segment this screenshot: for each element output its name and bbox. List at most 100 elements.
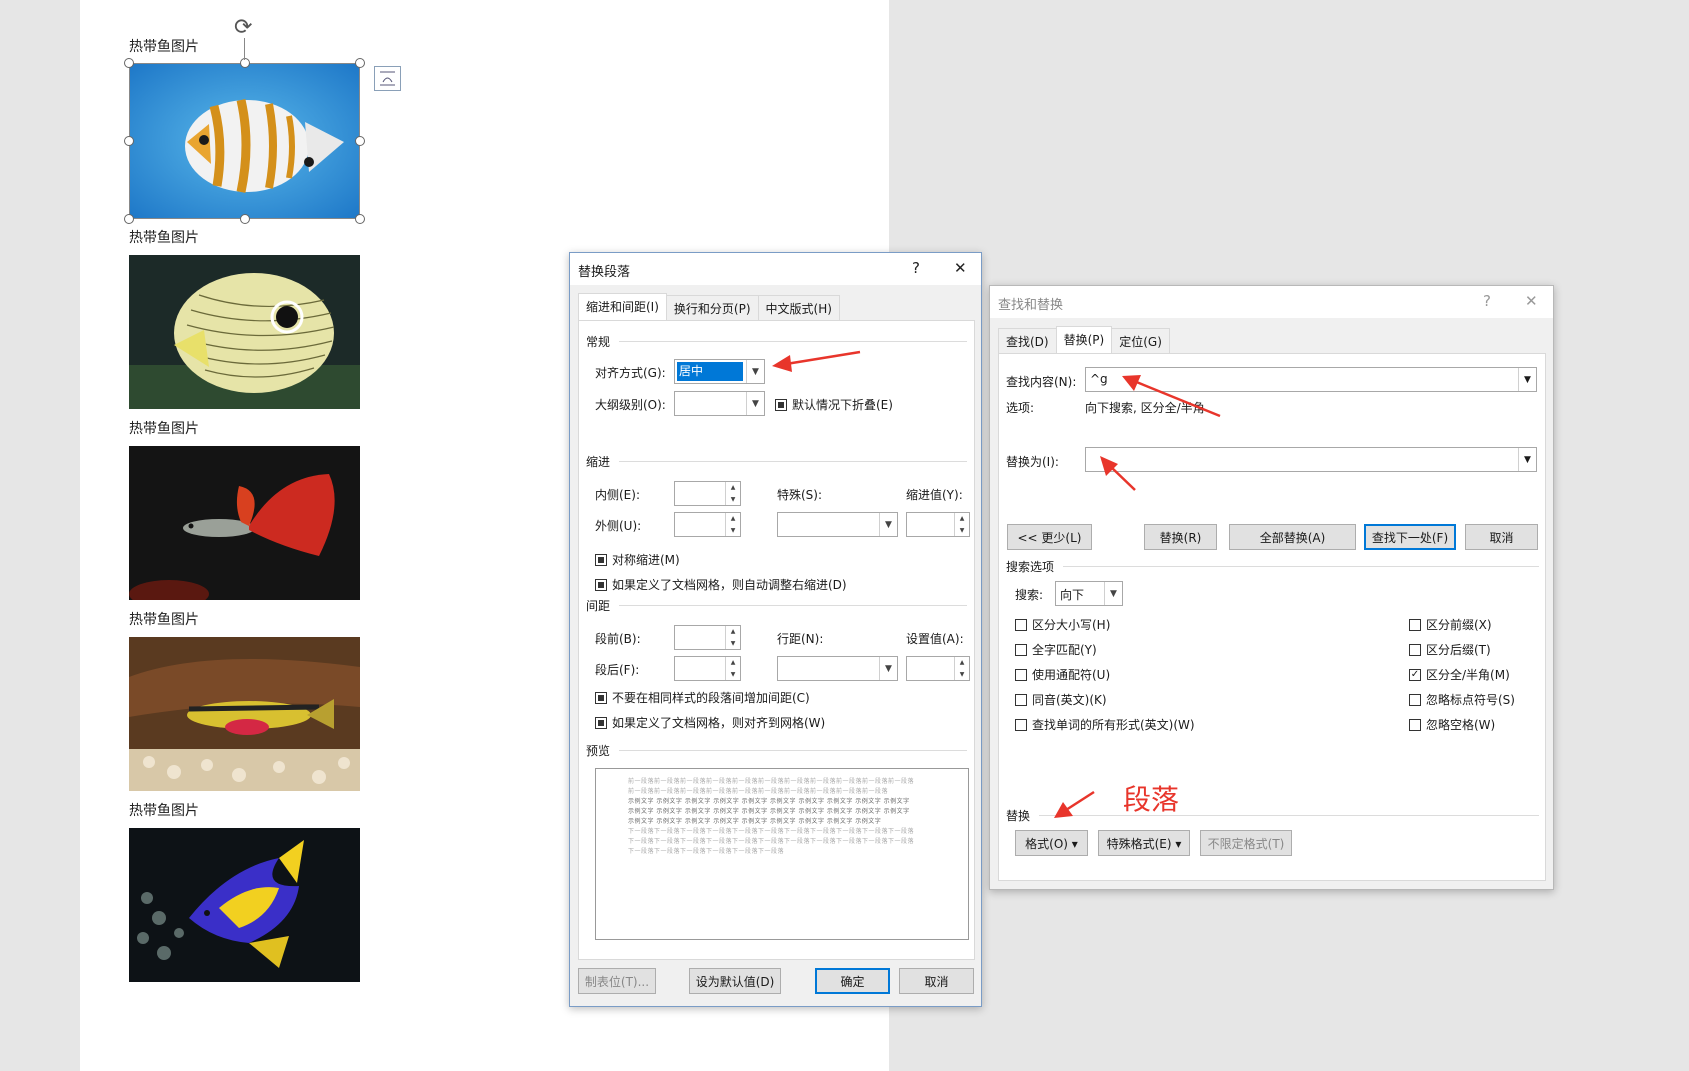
ignore-spaces-checkbox[interactable]: 忽略空格(W)	[1409, 716, 1495, 733]
section-general: 常规	[586, 335, 611, 349]
outline-level-label: 大纲级别(O):	[595, 398, 666, 412]
find-next-button[interactable]: 查找下一处(F)	[1364, 524, 1456, 550]
space-after-spinner[interactable]: ▲ ▼	[674, 656, 741, 681]
resize-handle-bl[interactable]	[124, 214, 134, 224]
tab-find[interactable]: 查找(D)	[998, 328, 1057, 353]
resize-handle-tr[interactable]	[355, 58, 365, 68]
paragraph-dialog-titlebar: 替换段落 ? ✕	[570, 253, 981, 285]
paragraph-dialog: 替换段落 ? ✕ 缩进和间距(I) 换行和分页(P) 中文版式(H) 常规 对齐…	[569, 252, 982, 1007]
indent-value-spinner[interactable]: ▲ ▼	[906, 512, 970, 537]
image-selection-frame	[129, 63, 360, 219]
divider	[1063, 566, 1539, 567]
match-width-checkbox[interactable]: ✓ 区分全/半角(M)	[1409, 666, 1510, 683]
tabs-button[interactable]: 制表位(T)...	[578, 968, 656, 994]
preview-after-text: 下一段落下一段落下一段落下一段落下一段落下一段落下一段落下一段落下一段落下一段落…	[628, 828, 915, 855]
cancel-button[interactable]: 取消	[1465, 524, 1538, 550]
guppy-image[interactable]	[129, 446, 360, 600]
checkbox-icon	[1409, 643, 1421, 656]
replace-all-button[interactable]: 全部替换(A)	[1229, 524, 1356, 550]
checkbox-icon	[595, 716, 607, 729]
tab-replace[interactable]: 替换(P)	[1055, 326, 1113, 353]
no-space-same-style-checkbox[interactable]: 不要在相同样式的段落间增加间距(C)	[595, 689, 810, 706]
snap-to-grid-checkbox[interactable]: 如果定义了文档网格，则对齐到网格(W)	[595, 714, 825, 731]
space-before-spinner[interactable]: ▲ ▼	[674, 625, 741, 650]
checkbox-icon	[775, 398, 787, 411]
match-prefix-checkbox[interactable]: 区分前缀(X)	[1409, 616, 1492, 633]
close-icon[interactable]: ✕	[1525, 292, 1538, 310]
section-indent: 缩进	[586, 455, 611, 469]
whole-word-checkbox[interactable]: 全字匹配(Y)	[1015, 641, 1097, 658]
resize-handle-tm[interactable]	[240, 58, 250, 68]
options-value: 向下搜索, 区分全/半角	[1085, 401, 1205, 415]
section-preview: 预览	[586, 744, 611, 758]
find-replace-dialog: 查找和替换 ? ✕ 查找(D) 替换(P) 定位(G) 查找内容(N): ^g …	[989, 285, 1554, 890]
resize-handle-mr[interactable]	[355, 136, 365, 146]
resize-handle-bm[interactable]	[240, 214, 250, 224]
help-icon[interactable]: ?	[1483, 292, 1491, 310]
close-icon[interactable]: ✕	[954, 259, 967, 277]
queen-angelfish-image[interactable]	[129, 828, 360, 982]
no-formatting-button[interactable]: 不限定格式(T)	[1200, 830, 1292, 856]
collapse-default-checkbox[interactable]: 默认情况下折叠(E)	[775, 396, 893, 413]
resize-handle-ml[interactable]	[124, 136, 134, 146]
checkbox-icon	[1015, 693, 1027, 706]
tab-indent-spacing[interactable]: 缩进和间距(I)	[578, 293, 667, 320]
find-replace-tabs: 查找(D) 替换(P) 定位(G)	[998, 326, 1170, 353]
set-value-spinner[interactable]: ▲ ▼	[906, 656, 970, 681]
alignment-value: 居中	[677, 362, 743, 381]
tab-line-page-breaks[interactable]: 换行和分页(P)	[665, 295, 759, 320]
wildcards-checkbox[interactable]: 使用通配符(U)	[1015, 666, 1110, 683]
format-button[interactable]: 格式(O) ▾	[1015, 830, 1088, 856]
alignment-label: 对齐方式(G):	[595, 366, 666, 380]
match-case-checkbox[interactable]: 区分大小写(H)	[1015, 616, 1110, 633]
alignment-select[interactable]: 居中 ▼	[674, 359, 765, 384]
ignore-punctuation-checkbox[interactable]: 忽略标点符号(S)	[1409, 691, 1515, 708]
mirror-indent-label: 对称缩进(M)	[612, 553, 680, 567]
line-spacing-select[interactable]: ▼	[777, 656, 898, 681]
ok-button[interactable]: 确定	[815, 968, 890, 994]
tab-asian-typography[interactable]: 中文版式(H)	[757, 295, 840, 320]
divider	[619, 341, 967, 342]
resize-handle-tl[interactable]	[124, 58, 134, 68]
special-select[interactable]: ▼	[777, 512, 898, 537]
replace-button[interactable]: 替换(R)	[1144, 524, 1217, 550]
inside-spinner[interactable]: ▲ ▼	[674, 481, 741, 506]
search-direction-value: 向下	[1060, 588, 1085, 602]
set-value-label: 设置值(A):	[906, 632, 964, 646]
rotate-stem	[244, 38, 245, 60]
auto-right-indent-checkbox[interactable]: 如果定义了文档网格，则自动调整右缩进(D)	[595, 576, 847, 593]
match-case-label: 区分大小写(H)	[1032, 618, 1111, 632]
chevron-down-icon[interactable]: ▼	[1518, 448, 1536, 471]
set-default-button[interactable]: 设为默认值(D)	[689, 968, 781, 994]
rotate-icon[interactable]: ⟳	[234, 17, 252, 39]
outside-spinner[interactable]: ▲ ▼	[674, 512, 741, 537]
kribensis-cichlid-image[interactable]	[129, 637, 360, 791]
paragraph-preview: 前一段落前一段落前一段落前一段落前一段落前一段落前一段落前一段落前一段落前一段落…	[595, 768, 969, 940]
mirror-indent-checkbox[interactable]: 对称缩进(M)	[595, 551, 680, 568]
match-suffix-checkbox[interactable]: 区分后缀(T)	[1409, 641, 1491, 658]
chevron-down-icon: ▼	[879, 657, 897, 680]
tab-goto[interactable]: 定位(G)	[1111, 328, 1170, 353]
all-word-forms-label: 查找单词的所有形式(英文)(W)	[1032, 718, 1195, 732]
chevron-down-icon[interactable]: ▼	[1518, 368, 1536, 391]
whole-word-label: 全字匹配(Y)	[1032, 643, 1097, 657]
replace-panel: 查找内容(N): ^g ▼ 选项: 向下搜索, 区分全/半角 替换为(I): ▼…	[998, 353, 1546, 881]
resize-handle-br[interactable]	[355, 214, 365, 224]
match-suffix-label: 区分后缀(T)	[1426, 643, 1491, 657]
help-icon[interactable]: ?	[912, 259, 920, 277]
outline-level-select[interactable]: ▼	[674, 391, 765, 416]
divider	[1039, 815, 1539, 816]
four-eye-butterflyfish-image[interactable]	[129, 255, 360, 409]
search-direction-select[interactable]: 向下 ▼	[1055, 581, 1123, 606]
preview-before-text: 前一段落前一段落前一段落前一段落前一段落前一段落前一段落前一段落前一段落前一段落…	[628, 778, 915, 795]
less-button[interactable]: << 更少(L)	[1007, 524, 1092, 550]
divider	[619, 750, 967, 751]
cancel-button[interactable]: 取消	[899, 968, 974, 994]
find-what-input[interactable]: ^g ▼	[1085, 367, 1537, 392]
search-direction-label: 搜索:	[1015, 588, 1044, 602]
all-word-forms-checkbox[interactable]: 查找单词的所有形式(英文)(W)	[1015, 716, 1195, 733]
special-format-button[interactable]: 特殊格式(E) ▾	[1098, 830, 1190, 856]
sounds-like-checkbox[interactable]: 同音(英文)(K)	[1015, 691, 1107, 708]
layout-options-icon[interactable]	[374, 66, 401, 91]
replace-with-input[interactable]: ▼	[1085, 447, 1537, 472]
